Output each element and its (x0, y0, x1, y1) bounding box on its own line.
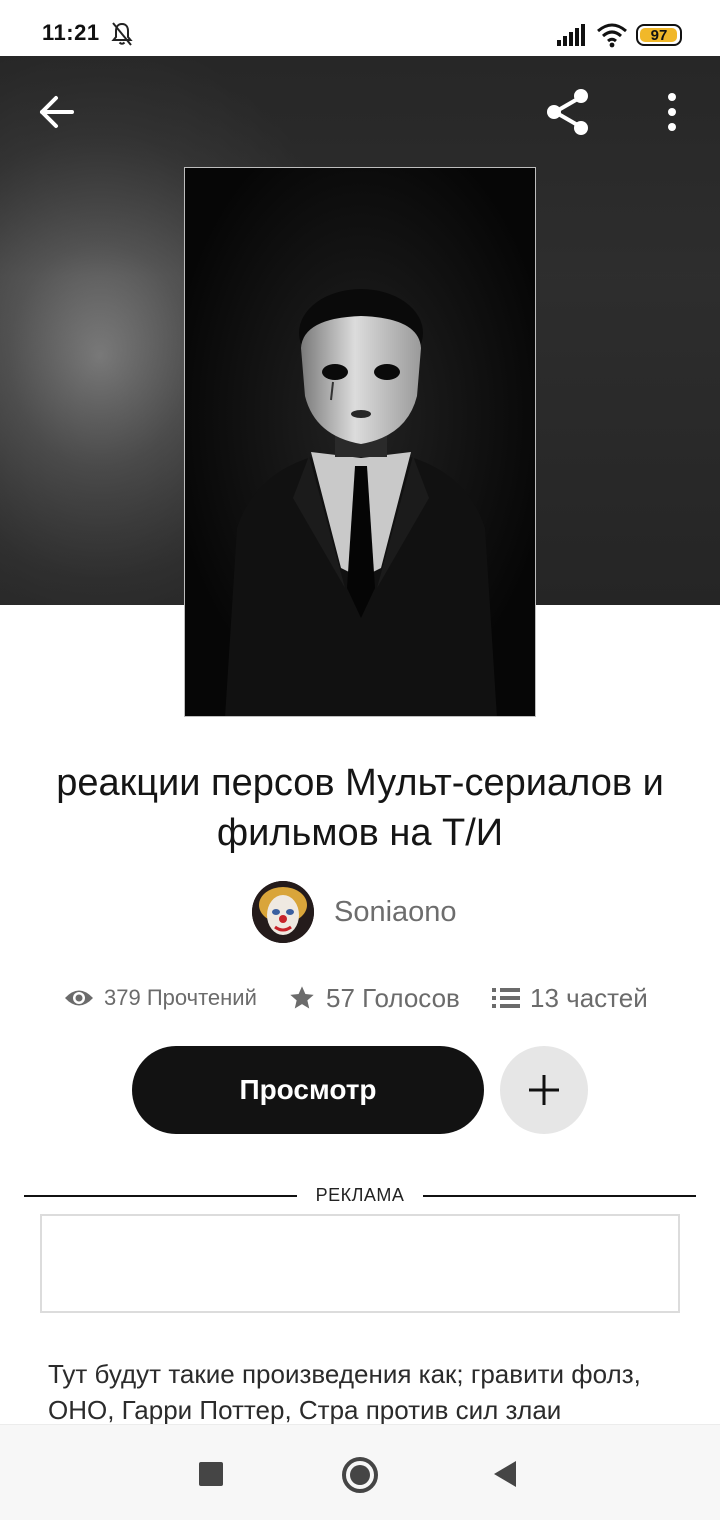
add-to-library-button[interactable] (500, 1046, 588, 1134)
list-icon (492, 988, 520, 1008)
recents-square-icon[interactable] (199, 1462, 223, 1486)
arrow-left-icon (40, 96, 74, 128)
star-icon (290, 986, 314, 1009)
more-options-button[interactable] (650, 86, 694, 138)
parts-count: 13 частей (530, 982, 648, 1013)
ad-label: РЕКЛАМА (315, 1185, 405, 1205)
votes-count: 57 Голосов (326, 982, 460, 1013)
reads-count: 379 Прочтений (104, 985, 257, 1010)
read-button[interactable]: Просмотр (132, 1046, 484, 1134)
story-stats: 379 Прочтений 57 Голосов 13 частей (64, 978, 684, 1018)
ad-divider (423, 1195, 696, 1197)
status-time: 11:21 (42, 20, 100, 45)
ad-divider (24, 1195, 297, 1197)
share-icon (547, 89, 588, 135)
story-description: Тут будут такие произведения как; гравит… (48, 1359, 641, 1424)
bell-off-icon (111, 22, 133, 46)
signal-icon (557, 24, 585, 46)
story-cover-image[interactable] (184, 167, 536, 717)
author-link[interactable]: Soniaono (252, 881, 457, 943)
masked-figure-illustration (185, 168, 535, 716)
home-circle-icon[interactable] (342, 1457, 378, 1493)
battery-icon: 97 (636, 24, 682, 46)
reads-stat: 379 Прочтений (64, 978, 257, 1018)
status-bar: 11:21 97 (0, 0, 720, 56)
back-button[interactable] (32, 88, 80, 136)
back-triangle-icon[interactable] (494, 1461, 516, 1487)
author-avatar[interactable] (252, 881, 314, 943)
share-button[interactable] (540, 84, 596, 140)
wifi-icon (597, 23, 627, 48)
story-title: реакции персов Мульт-сериалов и фильмов … (56, 762, 664, 854)
votes-stat: 57 Голосов (288, 978, 460, 1018)
plus-icon (529, 1075, 559, 1105)
clown-avatar-image (252, 881, 314, 943)
system-nav-bar (0, 1424, 720, 1520)
parts-stat: 13 частей (492, 978, 648, 1018)
author-name: Soniaono (334, 895, 457, 928)
eye-icon (65, 990, 93, 1006)
ad-banner[interactable] (40, 1214, 680, 1313)
battery-level: 97 (650, 27, 668, 44)
more-vertical-icon (668, 93, 676, 131)
